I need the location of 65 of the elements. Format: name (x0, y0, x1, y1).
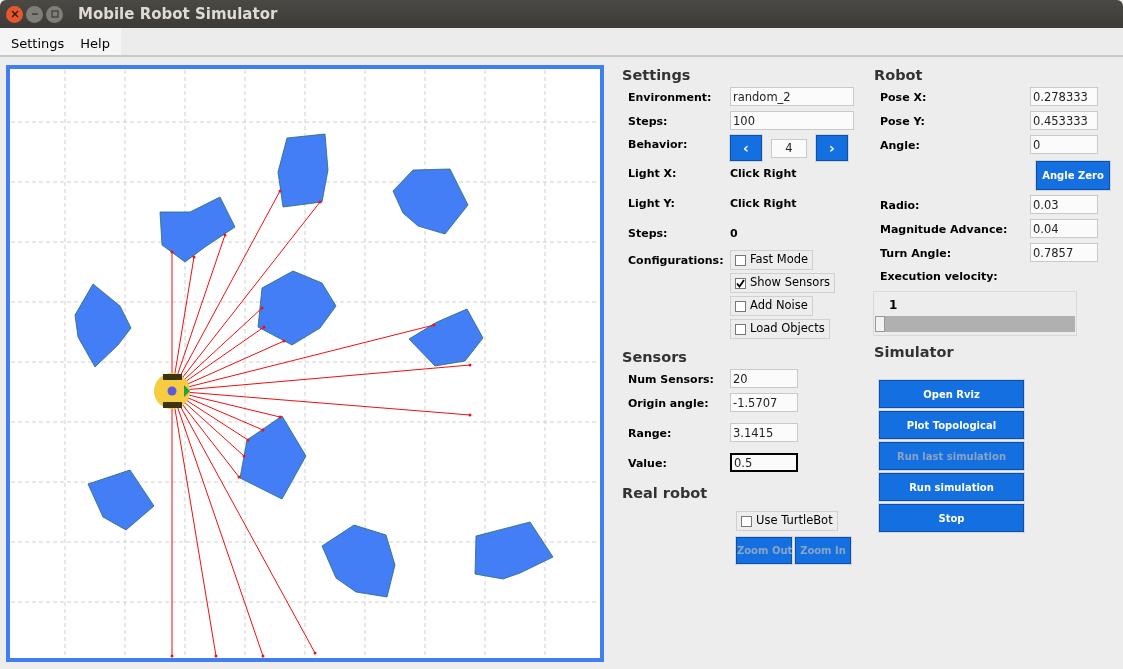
field-label: Environment: (627, 90, 713, 106)
field-label: Execution velocity: (879, 269, 999, 285)
close-button[interactable] (6, 5, 23, 23)
checkbox[interactable]: Show Sensors (730, 273, 836, 293)
input-field[interactable]: 0.278333 (1030, 87, 1098, 106)
field-label: Pose X: (879, 90, 928, 106)
section-heading: Simulator (874, 343, 955, 362)
menu-item[interactable]: Help (72, 28, 118, 55)
simulator-button[interactable]: Run simulation (879, 473, 1024, 501)
checkbox[interactable]: Add Noise (730, 296, 813, 316)
section-heading: Real robot (622, 484, 709, 503)
menu-item[interactable]: Settings (3, 28, 73, 55)
value-text: Click Right (730, 166, 797, 182)
input-field[interactable]: 0 (1030, 135, 1098, 154)
input-field[interactable]: 20 (730, 369, 798, 388)
obstacle (87, 469, 155, 531)
field-label: Configurations: (627, 253, 725, 269)
field-label: Angle: (879, 138, 921, 154)
input-field[interactable]: 0.04 (1030, 219, 1098, 238)
input-field[interactable]: -1.5707 (730, 393, 798, 412)
input-field[interactable]: 0.5 (730, 453, 798, 472)
checkbox[interactable]: Load Objects (730, 319, 830, 339)
section-heading: Sensors (622, 348, 688, 367)
input-field[interactable]: 100 (730, 111, 854, 130)
field-label: Pose Y: (879, 114, 926, 130)
input-field[interactable]: 0.03 (1030, 195, 1098, 214)
window-title: Mobile Robot Simulator (78, 3, 278, 25)
field-label: Light X: (627, 166, 678, 182)
field-label: Origin angle: (627, 396, 710, 412)
simulator-button[interactable]: Stop (879, 504, 1024, 532)
maximize-icon (50, 10, 59, 18)
checkbox[interactable]: Use TurtleBot (736, 511, 838, 531)
input-field[interactable]: 0.453333 (1030, 111, 1098, 130)
field-label: Turn Angle: (879, 246, 953, 262)
field-label: Steps: (627, 226, 669, 242)
simulator-button[interactable]: Plot Topological (879, 411, 1024, 439)
previous-button[interactable]: ‹ (730, 135, 762, 161)
input-field[interactable]: 0.7857 (1030, 243, 1098, 262)
velocity-slider[interactable]: 1 (873, 291, 1077, 336)
simulator-button[interactable]: Open Rviz (879, 380, 1024, 408)
input-field[interactable]: 4 (771, 138, 807, 158)
angle-zero-button[interactable]: Angle Zero (1036, 161, 1110, 190)
value-text: Click Right (730, 196, 797, 212)
checkbox[interactable]: Fast Mode (730, 250, 814, 270)
close-icon (10, 10, 19, 18)
minimize-icon (30, 10, 39, 18)
input-field[interactable]: 3.1415 (730, 423, 798, 442)
field-label: Steps: (627, 114, 669, 130)
minimize-button[interactable] (26, 5, 43, 23)
check-icon (736, 278, 745, 288)
field-label: Behavior: (627, 137, 689, 153)
input-field[interactable]: random_2 (730, 87, 854, 106)
value-text: 0 (730, 226, 738, 242)
robot-icon (154, 373, 190, 409)
field-label: Radio: (879, 198, 921, 214)
field-label: Light Y: (627, 196, 676, 212)
maximize-button[interactable] (46, 5, 63, 23)
field-label: Value: (627, 456, 668, 472)
section-heading: Robot (874, 66, 924, 85)
slider-reading: 1 (889, 297, 898, 314)
section-heading: Settings (622, 66, 692, 85)
field-label: Num Sensors: (627, 372, 716, 388)
field-label: Range: (627, 426, 673, 442)
next-button[interactable]: › (816, 135, 848, 161)
field-label: Magnitude Advance: (879, 222, 1009, 238)
